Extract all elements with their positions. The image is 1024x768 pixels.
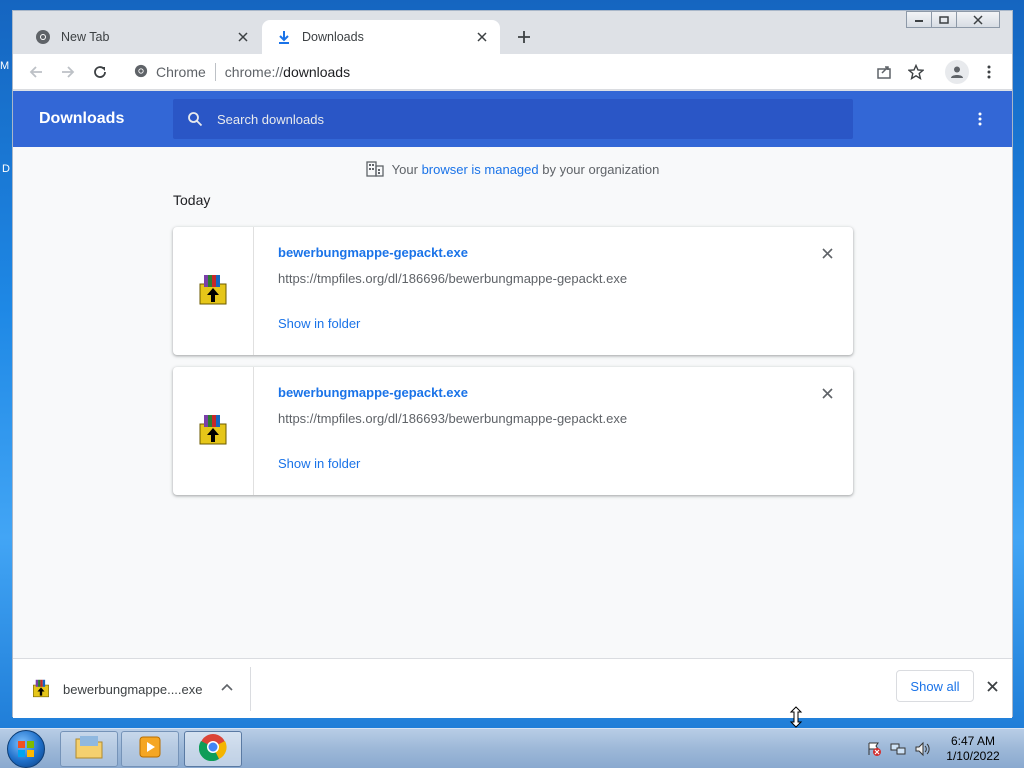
network-icon[interactable] — [890, 741, 906, 757]
chevron-up-icon[interactable] — [219, 679, 235, 695]
new-tab-button[interactable] — [513, 26, 535, 48]
back-button[interactable] — [26, 62, 46, 82]
site-label: Chrome — [156, 64, 206, 80]
chrome-icon — [134, 64, 150, 80]
chrome-icon — [198, 733, 227, 766]
close-shelf-icon[interactable] — [984, 678, 1000, 694]
media-player-icon — [137, 734, 163, 765]
volume-icon[interactable] — [914, 741, 930, 757]
search-box[interactable] — [173, 99, 853, 139]
url-path: downloads — [283, 64, 351, 80]
show-in-folder-link[interactable]: Show in folder — [278, 456, 360, 471]
menu-dots-icon[interactable] — [979, 62, 999, 82]
managed-notice: Your browser is managed by your organiza… — [13, 161, 1012, 177]
downloads-page: Downloads Your browser is managed by you… — [13, 91, 1012, 718]
window-controls — [906, 11, 1000, 28]
download-item: bewerbungmappe-gepackt.exe https://tmpfi… — [173, 227, 853, 355]
close-tab-icon[interactable] — [235, 29, 251, 45]
system-tray — [866, 741, 930, 757]
taskbar-clock[interactable]: 6:47 AM 1/10/2022 — [940, 734, 1006, 764]
search-input[interactable] — [217, 111, 817, 127]
file-name-link[interactable]: bewerbungmappe-gepackt.exe — [278, 385, 468, 400]
url-text: chrome://downloads — [225, 64, 350, 80]
download-icon — [276, 29, 292, 45]
file-url: https://tmpfiles.org/dl/186693/bewerbung… — [278, 411, 628, 426]
file-url: https://tmpfiles.org/dl/186696/bewerbung… — [278, 271, 628, 286]
tab-new-tab[interactable]: New Tab — [21, 20, 261, 54]
tab-downloads[interactable]: Downloads — [262, 20, 500, 54]
archive-file-icon — [196, 412, 230, 451]
start-button[interactable] — [7, 730, 45, 768]
file-icon-column — [173, 367, 254, 495]
clock-date: 1/10/2022 — [946, 749, 1000, 763]
folder-icon — [74, 734, 104, 765]
omnibox-divider — [214, 63, 216, 81]
browser-toolbar: Chrome chrome://downloads — [13, 54, 1012, 90]
remove-item-icon[interactable] — [819, 385, 835, 401]
tab-strip: New Tab Downloads — [13, 11, 1012, 54]
managed-link[interactable]: browser is managed — [422, 162, 539, 177]
search-icon — [187, 111, 203, 127]
show-all-button[interactable]: Show all — [896, 670, 974, 702]
taskbar-chrome-button[interactable] — [184, 731, 242, 767]
shelf-item-name: bewerbungmappe....exe — [63, 681, 203, 697]
taskbar-media-player-button[interactable] — [121, 731, 179, 767]
remove-item-icon[interactable] — [819, 245, 835, 261]
managed-suffix: by your organization — [538, 161, 660, 177]
archive-file-icon — [196, 272, 230, 311]
desktop-icon-label: D — [2, 163, 10, 175]
download-shelf: bewerbungmappe....exe Show all — [13, 658, 1012, 718]
downloads-header: Downloads — [13, 91, 1012, 147]
chrome-window: New Tab Downloads Chrome chrome://downlo… — [12, 10, 1013, 718]
reload-button[interactable] — [90, 62, 110, 82]
close-tab-icon[interactable] — [474, 29, 490, 45]
page-title: Downloads — [39, 110, 125, 127]
building-icon — [366, 161, 384, 177]
download-item: bewerbungmappe-gepackt.exe https://tmpfi… — [173, 367, 853, 495]
file-icon-column — [173, 227, 254, 355]
forward-button[interactable] — [58, 62, 78, 82]
tab-label: New Tab — [61, 30, 110, 44]
minimize-button[interactable] — [906, 11, 932, 28]
more-actions-icon[interactable] — [972, 109, 988, 129]
tab-label: Downloads — [302, 30, 364, 44]
taskbar: 6:47 AM 1/10/2022 — [0, 728, 1024, 768]
file-name-link[interactable]: bewerbungmappe-gepackt.exe — [278, 245, 468, 260]
taskbar-explorer-button[interactable] — [60, 731, 118, 767]
shelf-download-item[interactable]: bewerbungmappe....exe — [31, 677, 202, 701]
window-close-button[interactable] — [956, 11, 1000, 28]
restore-button[interactable] — [931, 11, 957, 28]
managed-prefix: Your — [391, 161, 422, 177]
share-icon[interactable] — [874, 62, 894, 82]
resize-cursor-icon — [789, 706, 803, 728]
show-in-folder-link[interactable]: Show in folder — [278, 316, 360, 331]
profile-avatar[interactable] — [945, 60, 969, 84]
clock-time: 6:47 AM — [950, 734, 996, 748]
archive-file-icon — [31, 678, 51, 701]
action-center-flag-icon[interactable] — [866, 741, 882, 757]
address-bar[interactable]: Chrome chrome://downloads — [123, 58, 959, 86]
date-section-label: Today — [173, 192, 211, 208]
chrome-icon — [35, 29, 51, 45]
desktop-icon-label: M — [0, 60, 10, 72]
url-scheme: chrome:// — [224, 64, 284, 80]
shelf-divider — [250, 667, 251, 711]
bookmark-star-icon[interactable] — [906, 62, 926, 82]
